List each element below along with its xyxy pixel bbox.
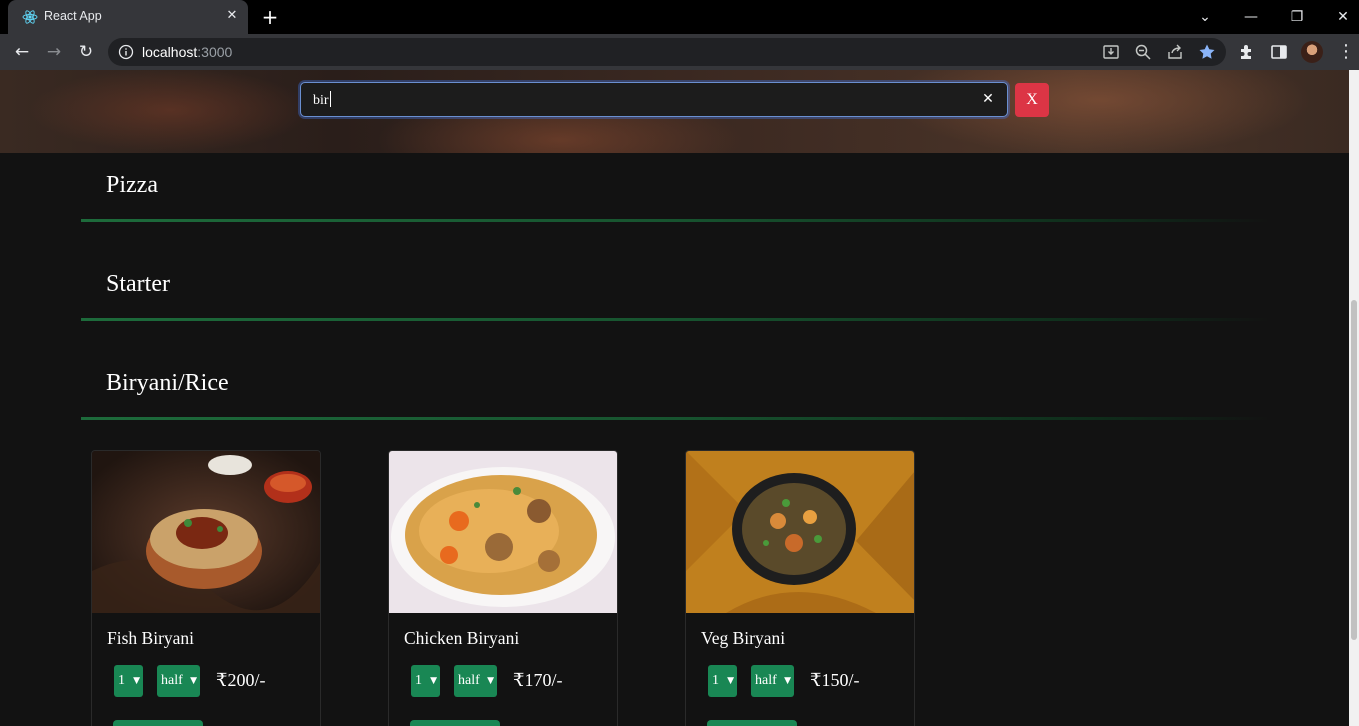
- search-input[interactable]: bir: [300, 82, 1008, 117]
- minimize-icon[interactable]: —: [1240, 6, 1262, 28]
- side-panel-icon[interactable]: [1270, 43, 1288, 61]
- chevron-down-icon: ▼: [727, 676, 734, 686]
- quantity-select[interactable]: 1 ▼: [411, 665, 440, 697]
- browser-tab-bar: React App ✕ + ⌄ — ❐ ✕: [0, 0, 1359, 34]
- scrollbar-thumb[interactable]: [1351, 300, 1357, 640]
- cancel-search-button[interactable]: X: [1015, 83, 1049, 117]
- chevron-down-icon: ▼: [430, 676, 437, 686]
- new-tab-icon[interactable]: +: [259, 6, 281, 28]
- chevron-down-icon: ▼: [133, 676, 140, 686]
- chevron-down-icon: ▼: [784, 676, 791, 686]
- reload-icon[interactable]: ↻: [74, 40, 98, 64]
- install-app-icon[interactable]: [1102, 43, 1120, 61]
- category-divider: [81, 219, 1271, 222]
- restore-icon[interactable]: ❐: [1286, 6, 1308, 28]
- browser-menu-icon[interactable]: ⋮: [1337, 41, 1355, 63]
- site-info-icon[interactable]: [118, 44, 134, 60]
- url-text: localhost:3000: [142, 44, 233, 60]
- page-content: bir ✕ X Pizza Starter Biryani/Rice Fish …: [0, 70, 1349, 726]
- react-logo-icon: [22, 10, 38, 24]
- profile-avatar[interactable]: [1301, 41, 1323, 63]
- add-to-cart-button[interactable]: [113, 720, 203, 726]
- size-select[interactable]: half ▼: [454, 665, 497, 697]
- category-title-biryani-rice: Biryani/Rice: [106, 370, 229, 396]
- category-divider: [81, 417, 1271, 420]
- fish-biryani-image: [92, 451, 320, 613]
- category-title-pizza: Pizza: [106, 172, 158, 198]
- item-price: ₹170/-: [513, 670, 563, 690]
- share-icon[interactable]: [1166, 43, 1184, 61]
- window-close-icon[interactable]: ✕: [1332, 6, 1354, 28]
- add-to-cart-button[interactable]: [707, 720, 797, 726]
- search-clear-icon[interactable]: ✕: [980, 91, 996, 107]
- food-card-veg-biryani: Veg Biryani 1 ▼ half ▼ ₹150/-: [685, 450, 915, 726]
- quantity-select[interactable]: 1 ▼: [708, 665, 737, 697]
- item-price: ₹200/-: [216, 670, 266, 690]
- tab-title: React App: [44, 9, 102, 23]
- quantity-select[interactable]: 1 ▼: [114, 665, 143, 697]
- food-card-fish-biryani: Fish Biryani 1 ▼ half ▼ ₹200/-: [91, 450, 321, 726]
- back-icon[interactable]: ←: [10, 40, 34, 64]
- hero-banner: bir ✕ X: [0, 70, 1349, 153]
- item-name: Chicken Biryani: [404, 628, 520, 648]
- bookmark-star-icon[interactable]: [1198, 43, 1216, 61]
- category-title-starter: Starter: [106, 271, 170, 297]
- tab-close-icon[interactable]: ✕: [224, 8, 240, 24]
- browser-tab[interactable]: React App ✕: [8, 0, 248, 34]
- food-card-chicken-biryani: Chicken Biryani 1 ▼ half ▼ ₹170/-: [388, 450, 618, 726]
- forward-icon[interactable]: →: [42, 40, 66, 64]
- address-bar[interactable]: localhost:3000: [108, 38, 1226, 66]
- tab-search-chevron-icon[interactable]: ⌄: [1194, 6, 1216, 28]
- zoom-icon[interactable]: [1134, 43, 1152, 61]
- item-name: Veg Biryani: [701, 628, 786, 648]
- category-divider: [81, 318, 1271, 321]
- veg-biryani-image: [686, 451, 914, 613]
- item-name: Fish Biryani: [107, 628, 195, 648]
- chevron-down-icon: ▼: [190, 676, 197, 686]
- add-to-cart-button[interactable]: [410, 720, 500, 726]
- chicken-biryani-image: [389, 451, 617, 613]
- size-select[interactable]: half ▼: [157, 665, 200, 697]
- search-value: bir: [313, 91, 331, 108]
- chevron-down-icon: ▼: [487, 676, 494, 686]
- extensions-puzzle-icon[interactable]: [1238, 43, 1256, 61]
- item-price: ₹150/-: [810, 670, 860, 690]
- browser-toolbar: ← → ↻ localhost:3000 ⋮: [0, 34, 1359, 70]
- size-select[interactable]: half ▼: [751, 665, 794, 697]
